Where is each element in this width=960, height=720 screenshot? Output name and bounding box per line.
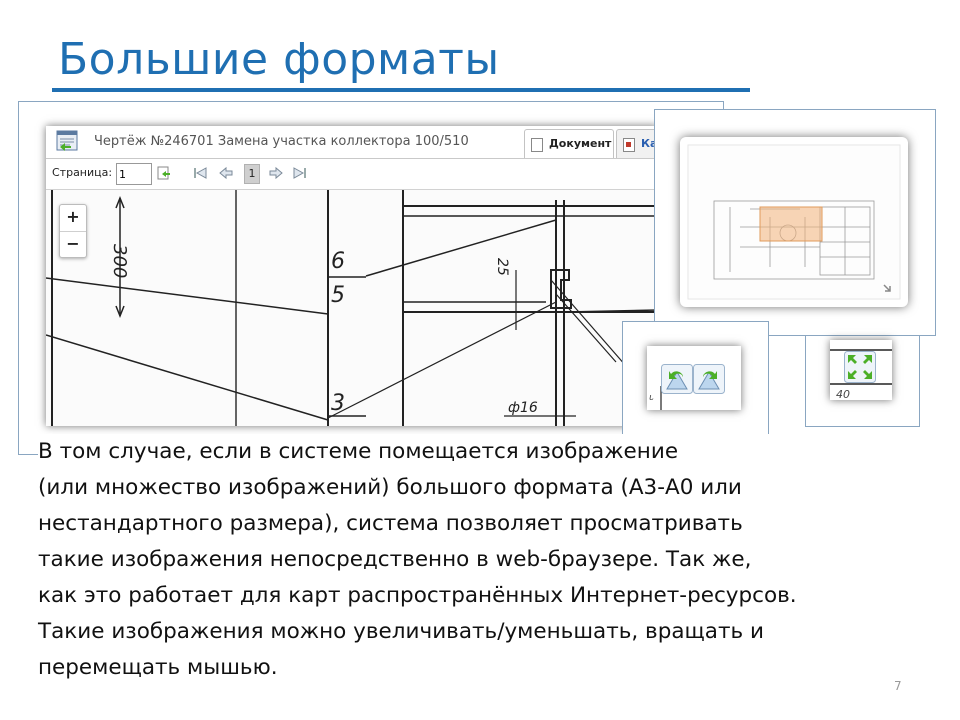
overview-map-panel[interactable]	[680, 137, 908, 307]
viewer-header: Чертёж №246701 Замена участка коллектора…	[46, 126, 658, 159]
page-icon	[531, 138, 543, 152]
slide-title: Большие форматы	[58, 34, 500, 85]
title-underline	[52, 88, 750, 92]
rotate-right-icon[interactable]	[693, 364, 725, 394]
zoom-out-button[interactable]: −	[60, 232, 86, 258]
dimension-300-label: 300	[109, 244, 130, 278]
viewer-toolbar: Страница: 1	[46, 159, 658, 190]
paragraph-line: такие изображения непосредственно в web-…	[38, 547, 752, 572]
rotate-left-icon[interactable]	[661, 364, 693, 394]
paragraph-line: как это работает для карт распространённ…	[38, 583, 797, 608]
callout-5: 5	[331, 283, 345, 308]
paragraph-line: нестандартного размера), система позволя…	[38, 511, 743, 536]
description-paragraph: В том случае, если в системе помещается …	[38, 434, 898, 686]
dimension-phi16-label: ф16	[508, 400, 538, 416]
zoom-in-button[interactable]: +	[60, 205, 86, 232]
paragraph-line: перемещать мышью.	[38, 655, 278, 680]
dimension-25-label: 25	[494, 258, 510, 276]
pdf-icon	[623, 138, 635, 152]
fullscreen-control-panel: 40	[830, 340, 892, 400]
callout-3: 3	[331, 391, 345, 416]
rotate-controls-panel: ᒡ	[647, 346, 741, 410]
document-viewer: Чертёж №246701 Замена участка коллектора…	[46, 126, 658, 426]
tab-document[interactable]: Документ	[524, 129, 614, 158]
paragraph-line: В том случае, если в системе помещается …	[38, 439, 679, 464]
svg-text:ᒡ: ᒡ	[649, 393, 654, 407]
slide-page-number: 7	[894, 679, 902, 693]
paragraph-line: (или множество изображений) большого фор…	[38, 475, 742, 500]
svg-text:40: 40	[836, 388, 850, 400]
first-page-icon[interactable]	[192, 165, 208, 181]
paragraph-line: Такие изображения можно увеличивать/умен…	[38, 619, 764, 644]
technical-drawing[interactable]: 300 6 5 3 25 ф16	[46, 190, 658, 426]
current-page-indicator: 1	[244, 164, 260, 184]
document-title: Чертёж №246701 Замена участка коллектора…	[94, 134, 469, 149]
zoom-control: + −	[59, 204, 87, 258]
tab-card[interactable]: Ка	[616, 129, 658, 158]
document-icon	[56, 130, 78, 151]
page-number-input[interactable]	[116, 163, 152, 185]
go-to-page-icon[interactable]	[156, 165, 172, 181]
next-page-icon[interactable]	[268, 165, 284, 181]
fullscreen-icon[interactable]	[844, 351, 876, 383]
callout-6: 6	[331, 249, 345, 274]
tab-document-label: Документ	[549, 137, 612, 150]
overview-viewport-highlight[interactable]	[759, 206, 823, 242]
overview-thumbnail[interactable]	[680, 137, 908, 307]
last-page-icon[interactable]	[292, 165, 308, 181]
page-label: Страница:	[52, 166, 113, 179]
prev-page-icon[interactable]	[218, 165, 234, 181]
